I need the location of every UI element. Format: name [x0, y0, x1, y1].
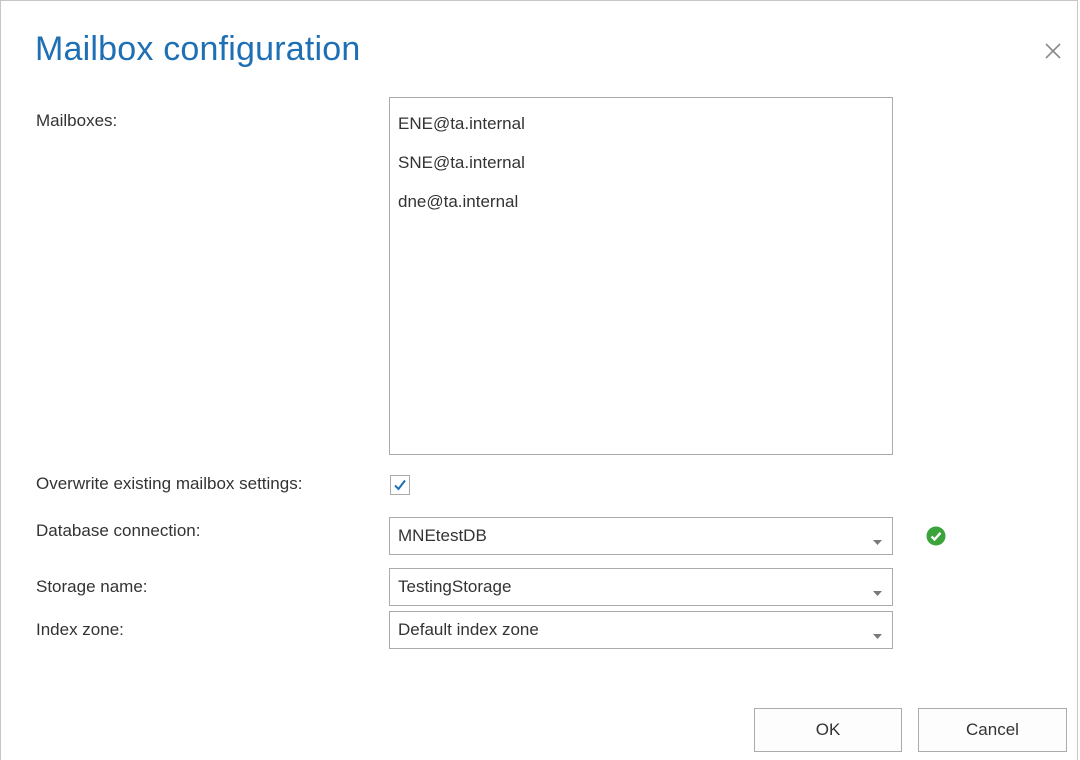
database-connection-select[interactable]: MNEtestDB: [389, 517, 893, 555]
database-connection-label: Database connection:: [36, 521, 201, 540]
cancel-button[interactable]: Cancel: [918, 708, 1067, 752]
storage-name-label: Storage name:: [36, 577, 148, 596]
chevron-down-icon: [873, 533, 882, 551]
checkmark-icon: [394, 479, 406, 491]
mailbox-item: SNE@ta.internal: [398, 153, 525, 172]
close-button[interactable]: [1041, 39, 1065, 63]
database-connection-value: MNEtestDB: [398, 526, 487, 545]
chevron-down-icon: [873, 627, 882, 645]
close-icon: [1041, 39, 1065, 63]
index-zone-select[interactable]: Default index zone: [389, 611, 893, 649]
mailboxes-label: Mailboxes:: [36, 111, 118, 130]
index-zone-value: Default index zone: [398, 620, 539, 639]
index-zone-label: Index zone:: [36, 620, 124, 639]
check-circle-icon: [926, 526, 946, 546]
overwrite-label: Overwrite existing mailbox settings:: [36, 474, 303, 493]
mailbox-item: ENE@ta.internal: [398, 114, 525, 133]
mailbox-configuration-dialog: Mailbox configuration Mailboxes: ENE@ta.…: [0, 0, 1078, 760]
storage-name-select[interactable]: TestingStorage: [389, 568, 893, 606]
mailbox-item: dne@ta.internal: [398, 192, 519, 211]
ok-button[interactable]: OK: [754, 708, 902, 752]
overwrite-checkbox[interactable]: [390, 475, 410, 495]
dialog-title: Mailbox configuration: [35, 30, 361, 68]
storage-name-value: TestingStorage: [398, 577, 512, 596]
chevron-down-icon: [873, 584, 882, 602]
mailboxes-textarea[interactable]: ENE@ta.internal SNE@ta.internal dne@ta.i…: [389, 97, 893, 455]
